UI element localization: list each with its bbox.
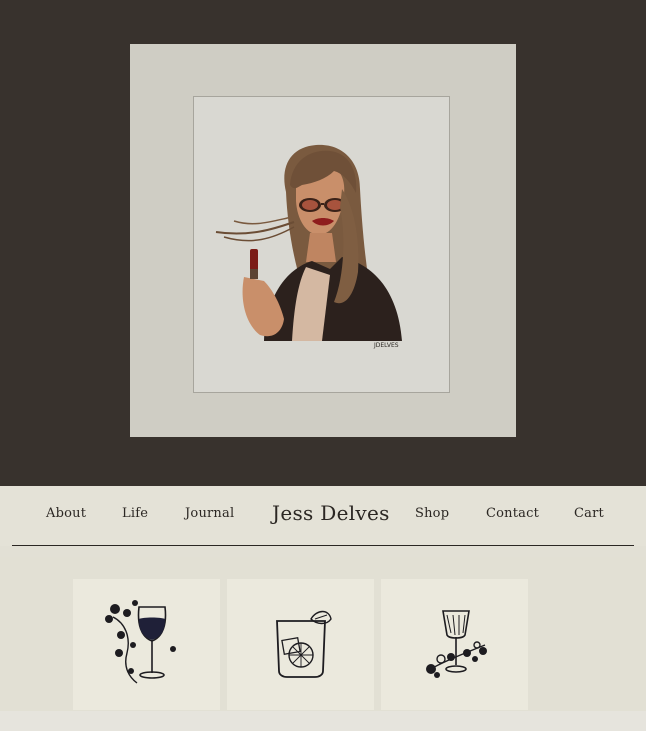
svg-text:JDELVES: JDELVES bbox=[373, 342, 399, 349]
product-tile-whiskey[interactable] bbox=[227, 579, 374, 710]
artwork-print[interactable]: JDELVES bbox=[193, 96, 450, 393]
page-bottom-band bbox=[0, 711, 646, 731]
product-strip bbox=[0, 557, 646, 711]
nav-divider bbox=[12, 545, 634, 546]
nav-about[interactable]: About bbox=[46, 506, 86, 521]
nav-shop[interactable]: Shop bbox=[415, 506, 449, 521]
wine-glass-floral-icon bbox=[105, 600, 176, 684]
product-tile-coupe[interactable] bbox=[381, 579, 528, 710]
artwork-mat: JDELVES bbox=[130, 44, 516, 437]
nav-journal[interactable]: Journal bbox=[185, 506, 234, 521]
site-logo-link[interactable]: Jess Delves bbox=[272, 501, 390, 525]
nav-life[interactable]: Life bbox=[122, 506, 148, 521]
coupe-glass-floral-icon bbox=[426, 610, 487, 678]
nav-cart[interactable]: Cart bbox=[574, 506, 604, 521]
main-navigation: About Life Journal Jess Delves Shop Cont… bbox=[0, 486, 646, 546]
nav-contact[interactable]: Contact bbox=[486, 506, 539, 521]
whiskey-glass-orange-icon bbox=[276, 610, 332, 678]
product-tile-wine[interactable] bbox=[73, 579, 220, 710]
hero-banner: JDELVES bbox=[0, 0, 646, 486]
portrait-illustration: JDELVES bbox=[215, 144, 402, 349]
